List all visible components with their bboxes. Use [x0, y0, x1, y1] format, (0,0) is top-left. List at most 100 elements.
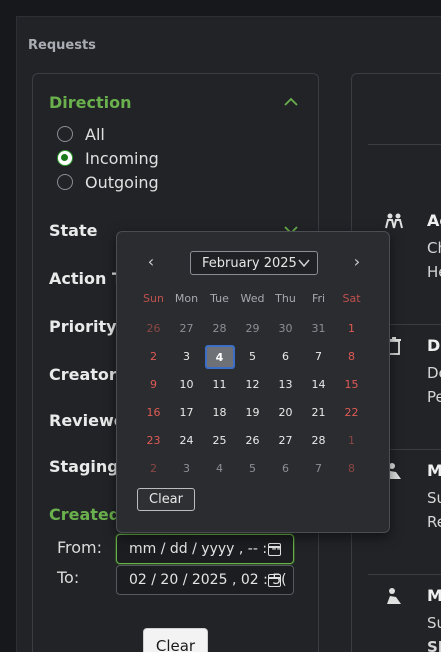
next-month-button[interactable]: › [347, 252, 367, 274]
calendar-day[interactable]: 28 [203, 315, 236, 343]
calendar-day-number: 1 [348, 322, 355, 335]
calendar-day-number: 23 [146, 434, 161, 447]
calendar-day[interactable]: 7 [302, 455, 335, 483]
calendar-day-number: 28 [311, 434, 326, 447]
calendar-day[interactable]: 22 [335, 399, 368, 427]
radio-incoming-button[interactable] [57, 150, 73, 166]
weekday-label: Tue [210, 292, 229, 305]
calendar-day[interactable]: 5 [236, 343, 269, 371]
calendar-icon[interactable] [268, 574, 281, 587]
month-select[interactable]: February 2025 [190, 251, 318, 275]
state-heading[interactable]: State [49, 221, 97, 240]
reviewer-heading[interactable]: Reviewe [49, 411, 125, 430]
calendar-day-number: 25 [212, 434, 227, 447]
weekday-label: Mon [174, 292, 199, 305]
weekday-header: Sun Mon Tue Wed Thu Fri Sat [137, 292, 368, 305]
calendar-day[interactable]: 28 [302, 427, 335, 455]
calendar-day[interactable]: 17 [170, 399, 203, 427]
activity-title: M [427, 586, 441, 605]
activity-title: M [427, 461, 441, 480]
calendar-day[interactable]: 6 [269, 455, 302, 483]
calendar-day[interactable]: 9 [137, 371, 170, 399]
calendar-day[interactable]: 21 [302, 399, 335, 427]
calendar-day-number: 5 [249, 462, 256, 475]
calendar-day[interactable]: 13 [269, 371, 302, 399]
clear-filters-button[interactable]: Clear [143, 628, 208, 652]
calendar-day[interactable]: 19 [236, 399, 269, 427]
creator-heading[interactable]: Creator [49, 365, 117, 384]
calendar-icon[interactable] [268, 543, 281, 556]
calendar-day-number: 17 [179, 406, 194, 419]
calendar-day[interactable]: 11 [203, 371, 236, 399]
from-date-value: mm / dd / yyyy , -- : -- [129, 541, 282, 557]
calendar-day[interactable]: 20 [269, 399, 302, 427]
priority-heading[interactable]: Priority [49, 317, 117, 336]
calendar-day[interactable]: 29 [236, 315, 269, 343]
calendar-day[interactable]: 18 [203, 399, 236, 427]
chevron-up-icon[interactable] [284, 95, 298, 109]
calendar-day-number: 26 [146, 322, 161, 335]
from-date-input[interactable]: mm / dd / yyyy , -- : -- [116, 534, 294, 564]
calendar-day[interactable]: 1 [335, 315, 368, 343]
calendar-day-number: 13 [278, 378, 293, 391]
calendar-day[interactable]: 31 [302, 315, 335, 343]
calendar-clear-button[interactable]: Clear [137, 488, 195, 511]
calendar-day[interactable]: 27 [269, 427, 302, 455]
calendar-day[interactable]: 30 [269, 315, 302, 343]
calendar-day[interactable]: 24 [170, 427, 203, 455]
calendar-day[interactable]: 15 [335, 371, 368, 399]
calendar-day[interactable]: 7 [302, 343, 335, 371]
radio-all-label: All [85, 124, 105, 144]
calendar-day-number: 30 [278, 322, 293, 335]
calendar-day[interactable]: 14 [302, 371, 335, 399]
calendar-day[interactable]: 26 [236, 427, 269, 455]
calendar-day[interactable]: 23 [137, 427, 170, 455]
calendar-day-number: 14 [311, 378, 326, 391]
radio-all[interactable]: All [57, 123, 105, 145]
prev-month-button[interactable]: ‹ [141, 252, 161, 274]
calendar-day[interactable]: 16 [137, 399, 170, 427]
activity-line: Ch [427, 239, 441, 257]
person-icon [387, 588, 401, 604]
calendar-day-number: 4 [204, 345, 235, 369]
direction-heading[interactable]: Direction [49, 93, 132, 112]
radio-outgoing-button[interactable] [57, 174, 73, 190]
calendar-day[interactable]: 26 [137, 315, 170, 343]
calendar-day-number: 11 [212, 378, 227, 391]
activity-line: Re [427, 513, 441, 531]
calendar-day[interactable]: 5 [236, 455, 269, 483]
calendar-day[interactable]: 3 [170, 343, 203, 371]
calendar-day[interactable]: 3 [170, 455, 203, 483]
calendar-day[interactable]: 1 [335, 427, 368, 455]
calendar-day-number: 4 [216, 462, 223, 475]
radio-incoming-label: Incoming [85, 148, 159, 168]
calendar-day[interactable]: 2 [137, 455, 170, 483]
calendar-day-number: 3 [183, 462, 190, 475]
calendar-day[interactable]: 8 [335, 343, 368, 371]
calendar-day[interactable]: 12 [236, 371, 269, 399]
created-heading[interactable]: Created [49, 505, 120, 524]
radio-incoming[interactable]: Incoming [57, 147, 159, 169]
calendar-day[interactable]: 8 [335, 455, 368, 483]
calendar-day-number: 27 [278, 434, 293, 447]
calendar-day[interactable]: 6 [269, 343, 302, 371]
radio-all-button[interactable] [57, 126, 73, 142]
calendar-day[interactable]: 27 [170, 315, 203, 343]
calendar-day[interactable]: 25 [203, 427, 236, 455]
to-date-input[interactable]: 02 / 20 / 2025 , 02 : 5( [116, 565, 294, 595]
calendar-day[interactable]: 4 [203, 455, 236, 483]
date-picker-popup: ‹ February 2025 › Sun Mon Tue Wed Thu Fri Sat … [116, 231, 390, 533]
calendar-day-number: 9 [150, 378, 157, 391]
radio-outgoing[interactable]: Outgoing [57, 171, 159, 193]
activity-line: SF [427, 638, 441, 652]
calendar-day-number: 20 [278, 406, 293, 419]
divider [368, 574, 441, 575]
calendar-day-number: 2 [150, 350, 157, 363]
calendar-day-number: 7 [315, 350, 322, 363]
activity-line: Su [427, 489, 441, 507]
calendar-day[interactable]: 2 [137, 343, 170, 371]
calendar-day-number: 12 [245, 378, 260, 391]
users-icon [385, 213, 403, 229]
calendar-day[interactable]: 10 [170, 371, 203, 399]
calendar-day-selected[interactable]: 4 [203, 343, 236, 371]
